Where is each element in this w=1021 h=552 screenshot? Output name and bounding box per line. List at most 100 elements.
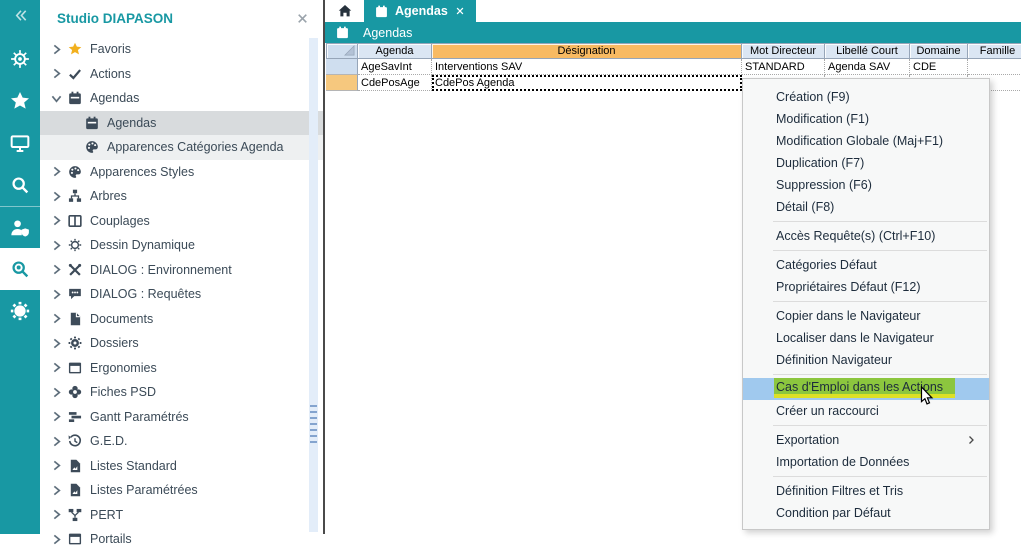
chevron-right-icon[interactable] [50, 312, 63, 325]
chevron-down-icon[interactable] [50, 92, 63, 105]
tree-item[interactable]: Dessin Dynamique [40, 233, 323, 258]
chevron-right-icon[interactable] [50, 165, 63, 178]
tree-item[interactable]: Agendas [40, 111, 323, 136]
sidebar-button-monitor[interactable] [0, 122, 40, 164]
context-menu-item[interactable]: Suppression (F6) [743, 174, 989, 196]
chevron-right-icon[interactable] [50, 214, 63, 227]
chevron-right-icon[interactable] [50, 190, 63, 203]
context-menu-item[interactable]: Accès Requête(s) (Ctrl+F10) [743, 225, 989, 247]
tree-item[interactable]: Listes Paramétrées [40, 478, 323, 503]
context-menu-item[interactable]: Détail (F8) [743, 196, 989, 218]
tree-item[interactable]: Dossiers [40, 331, 323, 356]
tree-item[interactable]: PERT [40, 503, 323, 528]
context-menu-item[interactable]: Localiser dans le Navigateur [743, 327, 989, 349]
context-menu-item[interactable]: Importation de Données [743, 451, 989, 473]
context-menu-item[interactable]: Exportation [743, 429, 989, 451]
context-menu-item[interactable]: Modification Globale (Maj+F1) [743, 130, 989, 152]
tab-label: Agendas [395, 4, 448, 18]
select-all-icon[interactable] [344, 45, 355, 56]
context-menu-item[interactable]: Duplication (F7) [743, 152, 989, 174]
sidebar-button-star[interactable] [0, 80, 40, 122]
chevron-right-icon[interactable] [50, 484, 63, 497]
context-menu-item[interactable]: Modification (F1) [743, 108, 989, 130]
chevron-right-icon[interactable] [50, 361, 63, 374]
tab-close-icon[interactable] [455, 6, 465, 16]
sidebar-collapse-button[interactable] [0, 0, 40, 30]
tree-item[interactable]: DIALOG : Requêtes [40, 282, 323, 307]
tree-item[interactable]: Actions [40, 62, 323, 87]
tree-item[interactable]: Gantt Paramétrés [40, 405, 323, 430]
sidebar-button-user-shield[interactable] [0, 206, 40, 248]
menu-item-label: Création (F9) [776, 90, 850, 104]
grid-cell[interactable]: CdePosAge [358, 75, 432, 91]
context-menu-item[interactable]: Propriétaires Défaut (F12) [743, 276, 989, 298]
grid-cell[interactable] [968, 59, 1021, 75]
grid-cell[interactable]: CDE [910, 59, 968, 75]
tab-agendas[interactable]: Agendas [364, 0, 476, 22]
tree-item[interactable]: Apparences Styles [40, 160, 323, 185]
chevron-right-icon[interactable] [50, 263, 63, 276]
context-menu-item[interactable]: Condition par Défaut [743, 502, 989, 524]
tree-item[interactable]: Agendas [40, 86, 323, 111]
tree-item[interactable]: Documents [40, 307, 323, 332]
column-header[interactable]: Agenda [358, 43, 432, 59]
grid-cell[interactable]: CdePos Agenda [432, 75, 742, 91]
column-header[interactable]: Libellé Court [825, 43, 910, 59]
column-header[interactable]: Désignation [432, 43, 742, 59]
context-menu-item[interactable]: Création (F9) [743, 86, 989, 108]
chevron-right-icon[interactable] [50, 435, 63, 448]
grid-cell[interactable]: Agenda SAV [825, 59, 910, 75]
chevron-right-icon[interactable] [50, 239, 63, 252]
tree-item[interactable]: Arbres [40, 184, 323, 209]
context-menu-item[interactable]: Définition Navigateur [743, 349, 989, 371]
context-menu-item[interactable]: Cas d'Emploi dans les Actions [743, 378, 989, 400]
tree-item[interactable]: Couplages [40, 209, 323, 234]
tree-item[interactable]: Favoris [40, 37, 323, 62]
chevron-right-icon[interactable] [50, 337, 63, 350]
chevron-right-icon[interactable] [50, 533, 63, 546]
cell-text: CDE [913, 61, 936, 73]
grid-cell[interactable]: STANDARD [742, 59, 825, 75]
grid-cell[interactable]: Interventions SAV [432, 59, 742, 75]
tree-scrollbar-handle[interactable] [310, 405, 317, 447]
column-header[interactable]: Domaine [910, 43, 968, 59]
tree-item[interactable]: Ergonomies [40, 356, 323, 381]
chevron-right-icon[interactable] [50, 459, 63, 472]
row-selector-cell[interactable] [326, 75, 358, 91]
sidebar-button-helm[interactable] [0, 38, 40, 80]
cell-text: CdePosAge [361, 77, 420, 89]
tree-item[interactable]: G.E.D. [40, 429, 323, 454]
sidebar-button-search-pin[interactable] [0, 248, 40, 290]
palette-icon [85, 140, 99, 154]
panel-close-button[interactable] [296, 12, 309, 25]
row-selector-cell[interactable] [326, 59, 358, 75]
context-menu-item[interactable]: Catégories Défaut [743, 254, 989, 276]
chevron-right-icon[interactable] [50, 43, 63, 56]
grid-cell[interactable]: AgeSavInt [358, 59, 432, 75]
chevron-right-icon[interactable] [50, 386, 63, 399]
tree-item[interactable]: DIALOG : Environnement [40, 258, 323, 283]
sidebar-button-gear[interactable] [0, 290, 40, 332]
sidebar-button-search[interactable] [0, 164, 40, 206]
column-header[interactable] [326, 43, 358, 59]
grid-row[interactable]: AgeSavIntInterventions SAV STANDARDAgenda… [326, 59, 1021, 75]
cell-text: Interventions SAV [435, 61, 522, 73]
chevron-right-icon[interactable] [50, 410, 63, 423]
column-header[interactable]: Mot Directeur [742, 43, 825, 59]
chevron-right-icon[interactable] [50, 508, 63, 521]
context-menu-item[interactable]: Définition Filtres et Tris [743, 480, 989, 502]
tab-home[interactable] [325, 0, 364, 22]
chevron-right-icon[interactable] [50, 288, 63, 301]
tree-item[interactable]: Portails [40, 527, 323, 552]
tree-item-label: Portails [90, 532, 132, 546]
tree-item[interactable]: Fiches PSD [40, 380, 323, 405]
tree-scrollbar[interactable] [309, 38, 318, 532]
column-header[interactable]: Famille [968, 43, 1021, 59]
tree-item[interactable]: Apparences Catégories Agenda [40, 135, 323, 160]
tree-item[interactable]: Listes Standard [40, 454, 323, 479]
chevron-right-icon[interactable] [50, 67, 63, 80]
context-menu-item[interactable]: Copier dans le Navigateur [743, 305, 989, 327]
context-menu-item[interactable]: Créer un raccourci [743, 400, 989, 422]
calendar-icon [85, 116, 99, 130]
column-header-label: Libellé Court [836, 45, 898, 57]
